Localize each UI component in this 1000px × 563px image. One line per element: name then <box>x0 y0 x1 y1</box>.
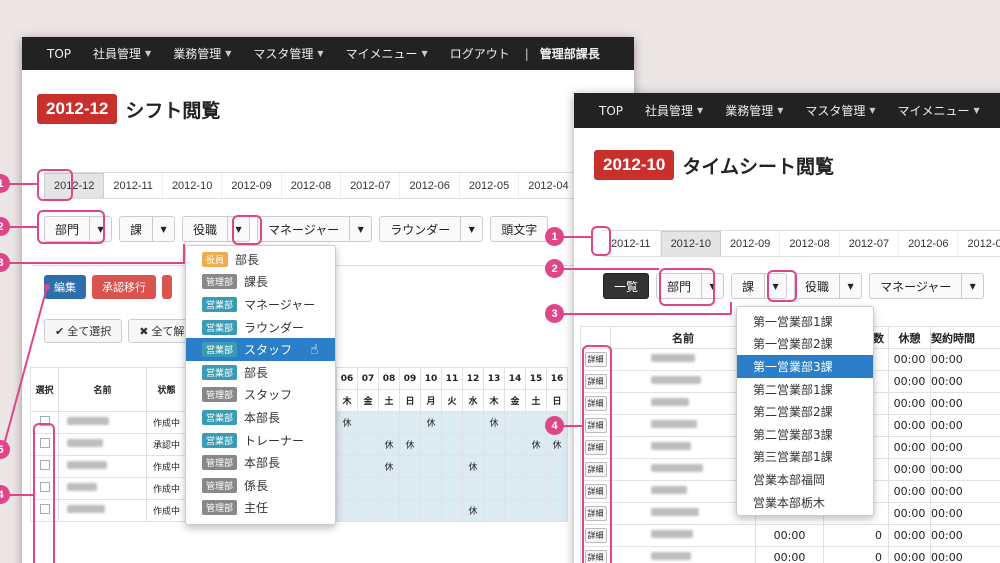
connector-line <box>3 286 48 446</box>
connector-dot <box>44 284 50 290</box>
connector-diagonal <box>3 284 50 446</box>
